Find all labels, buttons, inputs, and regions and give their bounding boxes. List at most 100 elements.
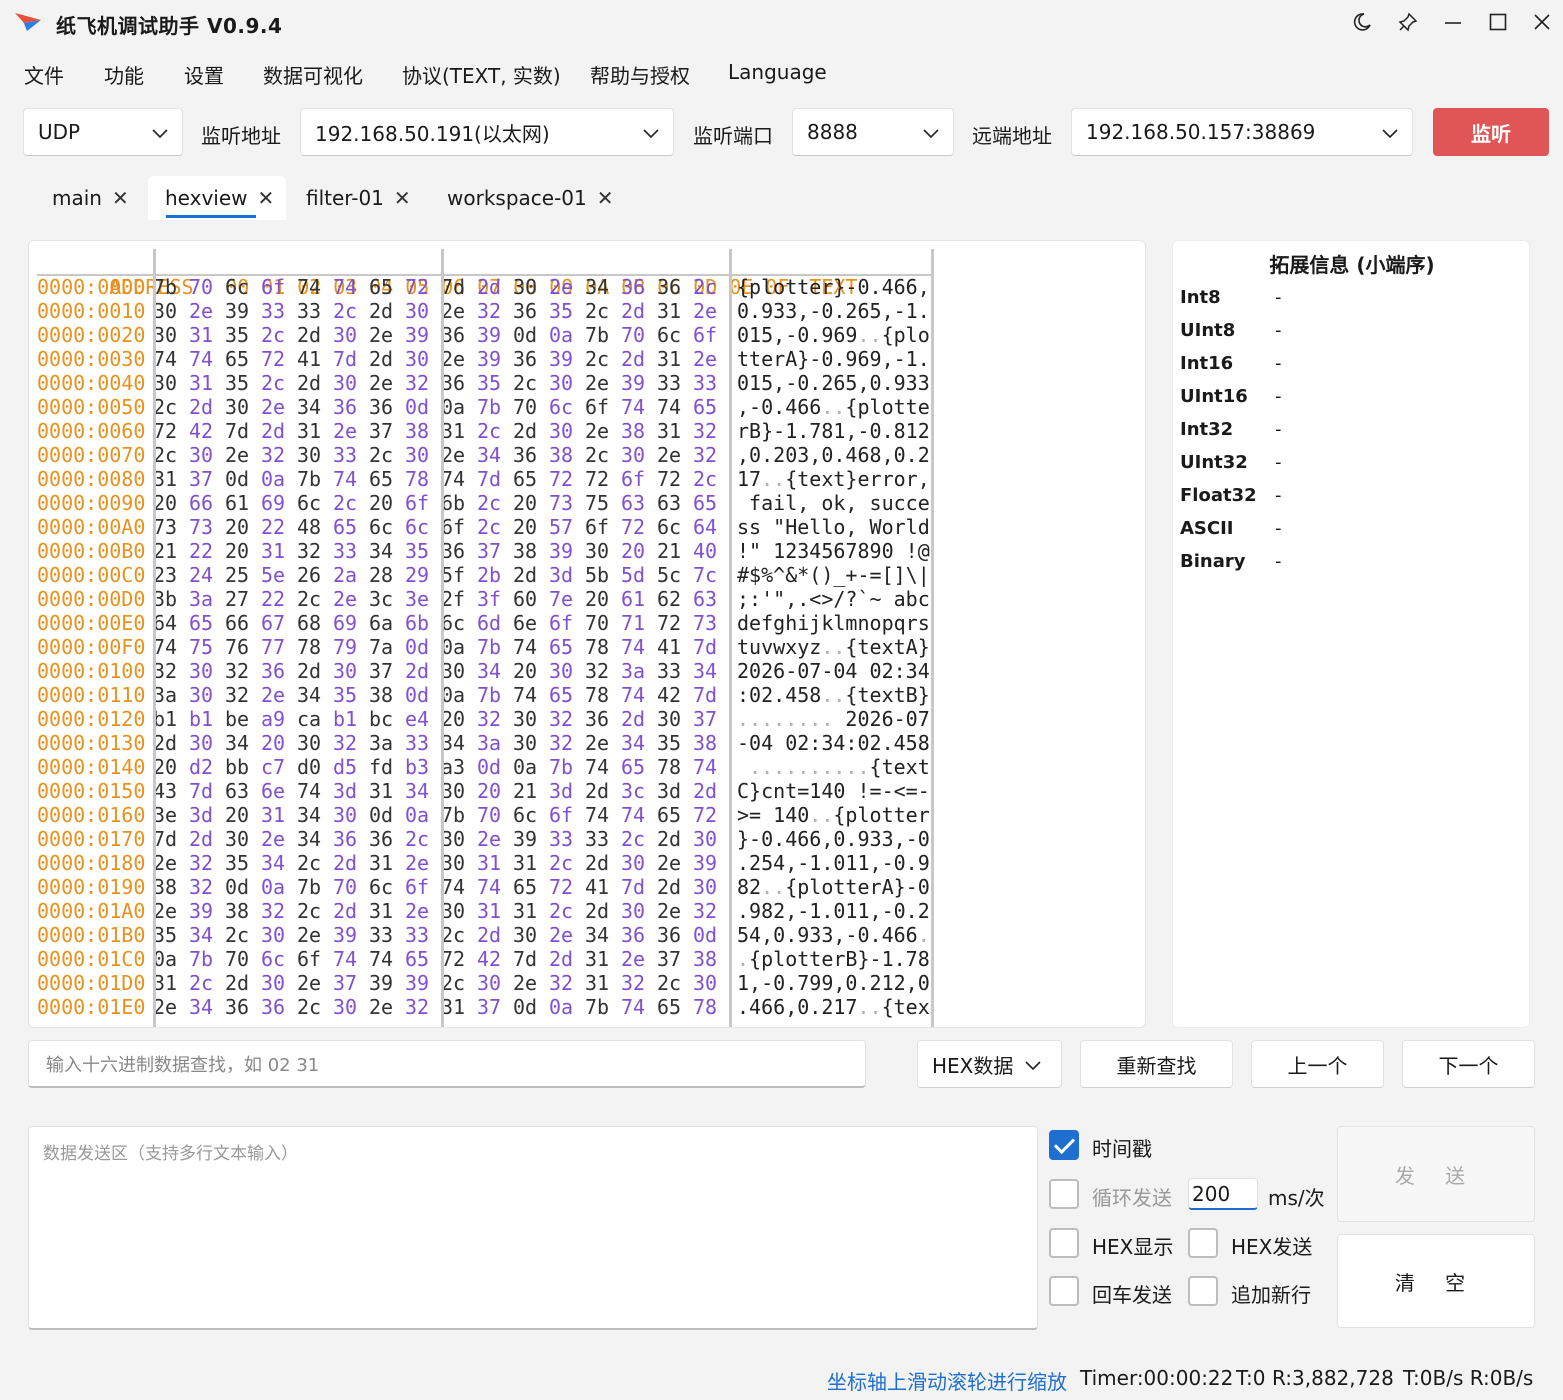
- hex-byte[interactable]: 2c: [297, 995, 333, 1019]
- hex-byte[interactable]: 74: [333, 275, 369, 299]
- hex-byte[interactable]: 43: [153, 779, 189, 803]
- hex-byte[interactable]: 72: [261, 347, 297, 371]
- remote-addr-select[interactable]: 192.168.50.157:38869: [1071, 108, 1413, 156]
- hex-row[interactable]: 0000:0060 72 42 7d 2d 31 2e 37 38 31 2c 2d 30 2e 38 31 3…: [37, 419, 930, 443]
- minimize-icon[interactable]: [1433, 6, 1473, 38]
- row-text[interactable]: ..........{text: [737, 755, 930, 779]
- hex-byte[interactable]: 60: [513, 587, 549, 611]
- hex-byte[interactable]: 39: [513, 827, 549, 851]
- row-text[interactable]: rB}-1.781,-0.812: [737, 419, 930, 443]
- hex-byte[interactable]: 6f: [297, 947, 333, 971]
- hex-byte[interactable]: 2c: [297, 899, 333, 923]
- hex-byte[interactable]: 0d: [513, 323, 549, 347]
- hex-byte[interactable]: 0a: [549, 323, 585, 347]
- hex-byte[interactable]: 2d: [369, 347, 405, 371]
- hex-byte[interactable]: 25: [225, 563, 261, 587]
- hex-byte[interactable]: 7d: [441, 275, 477, 299]
- hex-byte[interactable]: 30: [189, 731, 225, 755]
- hex-byte[interactable]: 70: [477, 803, 513, 827]
- hex-row[interactable]: 0000:0180 2e 32 35 34 2c 2d 31 2e 30 31 31 2c 2d 30 2e 3…: [37, 851, 930, 875]
- hex-byte[interactable]: 68: [297, 611, 333, 635]
- hex-row[interactable]: 0000:0120 b1 b1 be a9 ca b1 bc e4 20 32 30 32 36 2d 30 3…: [37, 707, 930, 731]
- hex-byte[interactable]: 69: [261, 491, 297, 515]
- hex-byte[interactable]: 0d: [225, 467, 261, 491]
- hex-byte[interactable]: 6f: [585, 515, 621, 539]
- hex-byte[interactable]: 20: [621, 539, 657, 563]
- hex-byte[interactable]: 0a: [549, 995, 585, 1019]
- hex-byte[interactable]: 7b: [477, 683, 513, 707]
- hex-byte[interactable]: 35: [657, 731, 693, 755]
- hex-row[interactable]: 0000:0000 7b 70 6c 6f 74 74 65 72 7d 2d 30 2e 34 36 36 2…: [37, 275, 930, 299]
- hex-byte[interactable]: 6f: [585, 395, 621, 419]
- hex-byte[interactable]: 31: [585, 947, 621, 971]
- hex-byte[interactable]: 2d: [369, 299, 405, 323]
- hex-byte[interactable]: 6f: [441, 515, 477, 539]
- hex-byte[interactable]: 30: [477, 971, 513, 995]
- hex-byte[interactable]: 65: [693, 491, 729, 515]
- hex-byte[interactable]: 37: [369, 659, 405, 683]
- hex-byte[interactable]: 39: [693, 851, 729, 875]
- hex-byte[interactable]: d2: [189, 755, 225, 779]
- hex-byte[interactable]: 39: [369, 971, 405, 995]
- hex-row[interactable]: 0000:0170 7d 2d 30 2e 34 36 36 2c 30 2e 39 33 33 2c 2d 3…: [37, 827, 930, 851]
- hex-byte[interactable]: 32: [405, 995, 441, 1019]
- hex-byte[interactable]: 5b: [585, 563, 621, 587]
- hex-byte[interactable]: 30: [333, 803, 369, 827]
- hex-byte[interactable]: 6f: [621, 467, 657, 491]
- hex-byte[interactable]: 30: [621, 443, 657, 467]
- hex-byte[interactable]: 34: [225, 731, 261, 755]
- hex-byte[interactable]: 34: [369, 539, 405, 563]
- hex-byte[interactable]: 74: [477, 875, 513, 899]
- hex-byte[interactable]: 35: [333, 683, 369, 707]
- hex-byte[interactable]: 32: [261, 443, 297, 467]
- hex-byte[interactable]: 6a: [369, 611, 405, 635]
- hex-byte[interactable]: 20: [513, 659, 549, 683]
- next-match-button[interactable]: 下一个: [1402, 1040, 1535, 1088]
- hex-byte[interactable]: 34: [261, 851, 297, 875]
- hex-byte[interactable]: 2d: [333, 851, 369, 875]
- hex-byte[interactable]: 2e: [693, 347, 729, 371]
- hex-byte[interactable]: 34: [585, 923, 621, 947]
- hex-row[interactable]: 0000:0090 20 66 61 69 6c 2c 20 6f 6b 2c 20 73 75 63 63 6…: [37, 491, 930, 515]
- hex-byte[interactable]: 30: [261, 923, 297, 947]
- hex-byte[interactable]: 36: [333, 827, 369, 851]
- hex-byte[interactable]: 7d: [693, 683, 729, 707]
- hex-row[interactable]: 0000:0150 43 7d 63 6e 74 3d 31 34 30 20 21 3d 2d 3c 3d 2…: [37, 779, 930, 803]
- hex-byte[interactable]: 72: [405, 275, 441, 299]
- row-text[interactable]: 82..{plotterA}-0: [737, 875, 930, 899]
- hex-byte[interactable]: 30: [513, 731, 549, 755]
- hex-byte[interactable]: 36: [657, 923, 693, 947]
- hex-byte[interactable]: 48: [297, 515, 333, 539]
- hex-row[interactable]: 0000:0080 31 37 0d 0a 7b 74 65 78 74 7d 65 72 72 6f 72 2…: [37, 467, 930, 491]
- menu-language[interactable]: Language: [728, 60, 827, 84]
- hex-byte[interactable]: 2e: [405, 899, 441, 923]
- hex-row[interactable]: 0000:01C0 0a 7b 70 6c 6f 74 74 65 72 42 7d 2d 31 2e 37 3…: [37, 947, 930, 971]
- menu-protocol[interactable]: 协议(TEXT, 实数): [402, 60, 561, 89]
- hex-byte[interactable]: 41: [585, 875, 621, 899]
- hex-row[interactable]: 0000:00B0 21 22 20 31 32 33 34 35 36 37 38 39 30 20 21 4…: [37, 539, 930, 563]
- hex-byte[interactable]: 70: [621, 323, 657, 347]
- close-icon[interactable]: ✕: [112, 186, 129, 210]
- hex-byte[interactable]: b1: [153, 707, 189, 731]
- hex-byte[interactable]: 20: [585, 587, 621, 611]
- hex-byte[interactable]: 2c: [225, 923, 261, 947]
- hex-byte[interactable]: 2c: [585, 347, 621, 371]
- hex-byte[interactable]: 74: [621, 803, 657, 827]
- hex-byte[interactable]: 34: [585, 275, 621, 299]
- hex-byte[interactable]: 30: [333, 323, 369, 347]
- hex-byte[interactable]: 36: [513, 347, 549, 371]
- hex-byte[interactable]: 34: [477, 443, 513, 467]
- hex-byte[interactable]: 30: [297, 731, 333, 755]
- hex-byte[interactable]: 30: [441, 899, 477, 923]
- hex-byte[interactable]: 2e: [441, 347, 477, 371]
- hex-byte[interactable]: 2e: [477, 827, 513, 851]
- row-text[interactable]: 0.933,-0.265,-1.: [737, 299, 930, 323]
- row-text[interactable]: ........ 2026-07: [737, 707, 930, 731]
- research-button[interactable]: 重新查找: [1080, 1040, 1233, 1088]
- hex-row[interactable]: 0000:00C0 23 24 25 5e 26 2a 28 29 5f 2b 2d 3d 5b 5d 5c 7…: [37, 563, 930, 587]
- hex-byte[interactable]: 2e: [153, 899, 189, 923]
- tab-filter-01[interactable]: filter-01 ✕: [294, 176, 423, 220]
- hex-byte[interactable]: 7b: [441, 803, 477, 827]
- hex-byte[interactable]: 34: [693, 659, 729, 683]
- search-mode-select[interactable]: HEX数据: [917, 1040, 1062, 1088]
